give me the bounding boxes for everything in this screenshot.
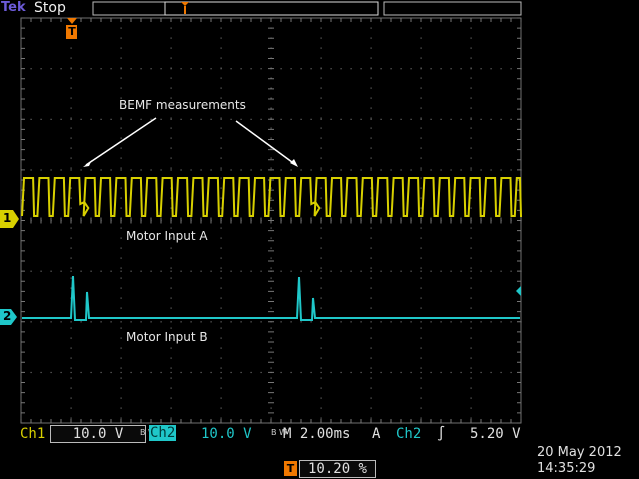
record-view-bar <box>92 1 379 16</box>
record-window <box>164 1 379 16</box>
bemf-annotation: BEMF measurements <box>119 98 246 112</box>
motor-a-annotation: Motor Input A <box>126 229 208 243</box>
run-state: Stop <box>34 0 66 16</box>
ch1-marker-label[interactable]: 1 <box>3 211 11 225</box>
date-readout: 20 May 2012 <box>537 445 622 460</box>
trigger-pos-arrow-top <box>67 18 77 24</box>
motor-b-annotation: Motor Input B <box>126 330 208 344</box>
ch1-scale[interactable]: 10.0 V <box>50 425 146 443</box>
bemf-arrowhead-right <box>290 159 298 167</box>
time-readout: 14:35:29 <box>537 461 596 476</box>
ch1-label[interactable]: Ch1 <box>20 426 45 442</box>
ch2-scale[interactable]: 10.0 V <box>201 426 252 442</box>
trigger-source[interactable]: Ch2 <box>396 426 421 442</box>
brand-logo: Tek <box>1 0 26 15</box>
record-trigger-arrow <box>181 2 189 6</box>
trigger-level[interactable]: 5.20 V <box>470 426 521 442</box>
trigger-marker-label: T <box>68 25 76 38</box>
bemf-arrowhead-left <box>83 160 92 167</box>
trigger-position-value[interactable]: 10.20 % <box>299 460 376 478</box>
scope-screen <box>0 1 523 424</box>
bemf-arrow-right <box>235 120 297 166</box>
ch2-label[interactable]: Ch2 <box>149 425 177 441</box>
trigger-level-marker <box>516 286 521 296</box>
record-end-box <box>383 1 522 16</box>
graticule-grid <box>20 17 522 424</box>
timebase-readout[interactable]: M 2.00ms <box>283 426 350 442</box>
trigger-position-icon: T <box>284 461 297 476</box>
acquisition-label: A <box>372 426 381 442</box>
trigger-slope-icon[interactable]: ∫ <box>437 426 445 442</box>
ch2-marker-label[interactable]: 2 <box>3 309 11 323</box>
